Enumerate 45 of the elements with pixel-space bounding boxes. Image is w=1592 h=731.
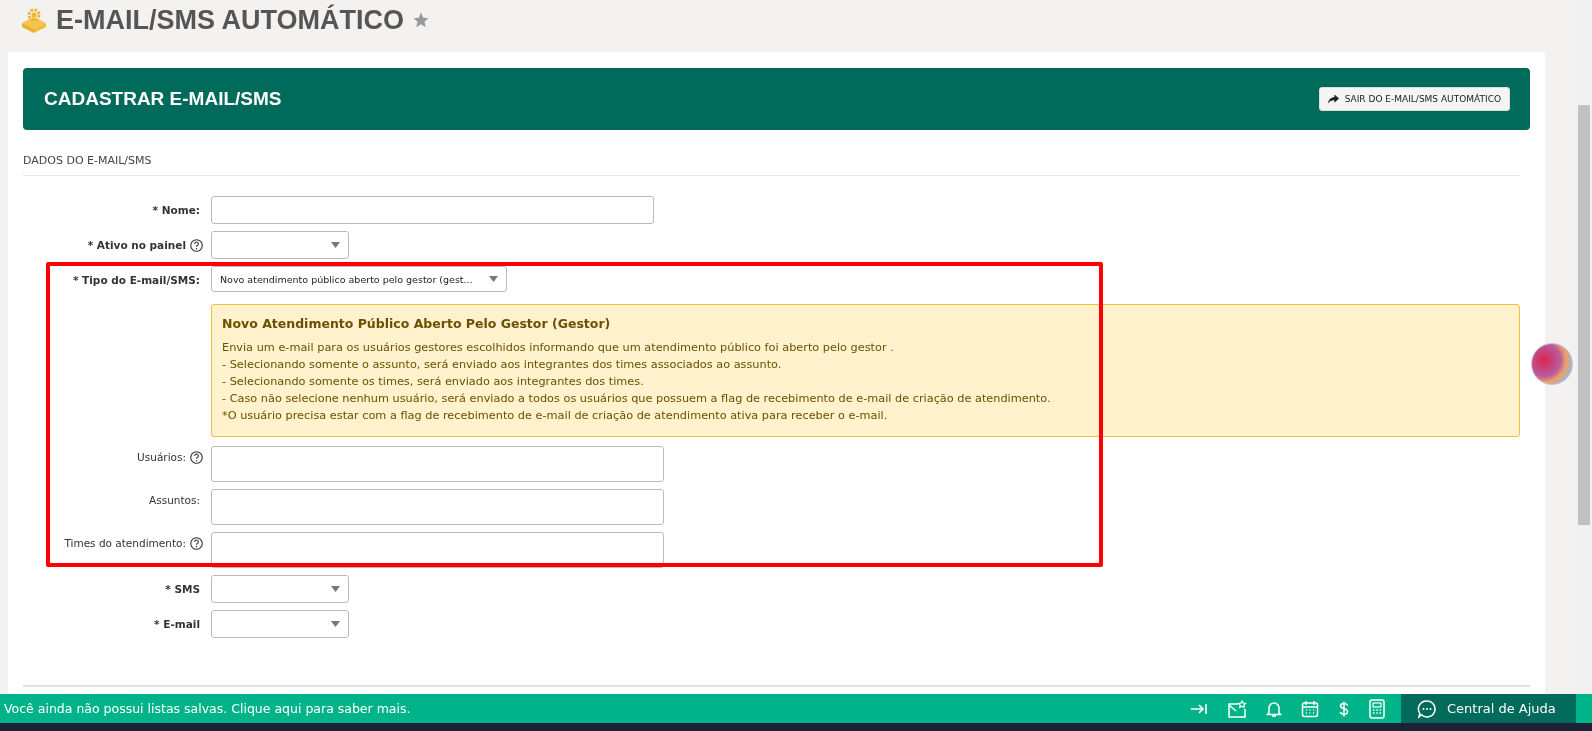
page-title: E-MAIL/SMS AUTOMÁTICO xyxy=(56,4,404,36)
calendar-icon[interactable] xyxy=(1301,699,1319,718)
chat-bubble-icon xyxy=(1417,698,1437,719)
select-field[interactable] xyxy=(211,231,349,259)
field-label: * E-mail xyxy=(154,618,201,630)
multiselect-field[interactable] xyxy=(211,446,664,482)
banner-title: CADASTRAR E-MAIL/SMS xyxy=(44,88,282,110)
bell-icon[interactable] xyxy=(1266,699,1282,718)
info-title: Novo Atendimento Público Aberto Pelo Gestor (Gestor) xyxy=(222,315,612,332)
star-icon[interactable] xyxy=(412,11,430,29)
calculator-icon[interactable] xyxy=(1369,698,1385,719)
help-icon[interactable] xyxy=(190,537,203,550)
caret-icon xyxy=(489,276,498,282)
select-field[interactable] xyxy=(211,575,349,603)
info-text: - Selecionando somente os times, será enviado aos integrantes dos times. xyxy=(222,374,645,390)
multiselect-field[interactable] xyxy=(211,489,664,525)
field-label: Times do atendimento: xyxy=(64,537,186,549)
help-center-button[interactable]: Central de Ajuda xyxy=(1401,694,1576,723)
section-title: DADOS DO E-MAIL/SMS xyxy=(23,154,152,167)
help-icon[interactable] xyxy=(190,238,203,252)
exit-button[interactable]: SAIR DO E-MAIL/SMS AUTOMÁTICO xyxy=(1318,87,1510,111)
field-label: * Nome: xyxy=(152,204,201,216)
share-arrow-icon xyxy=(1327,94,1339,104)
gear-box-icon xyxy=(20,7,48,33)
field-label: * Tipo do E-mail/SMS: xyxy=(72,274,201,286)
field-label: Assuntos: xyxy=(149,494,201,506)
info-text: - Caso não selecione nenhum usuário, será enviado a todos os usuários que possuem a flag de recebimento de e-mail de criação de atendimento. xyxy=(222,391,1052,407)
scrollbar-thumb[interactable] xyxy=(1578,105,1590,525)
info-text: Envia um e-mail para os usuários gestores escolhidos informando que um atendimento público foi aberto pelo gestor . xyxy=(222,340,895,356)
field-label: * Ativo no painel xyxy=(87,239,186,251)
caret-icon xyxy=(331,586,340,592)
field-label: * SMS xyxy=(165,583,201,595)
assistant-orb-icon[interactable] xyxy=(1531,343,1573,385)
field-label: Usuários: xyxy=(137,451,186,463)
dollar-icon[interactable] xyxy=(1338,699,1350,718)
caret-icon xyxy=(331,621,340,627)
caret-icon xyxy=(331,242,340,248)
arrow-to-bar-icon[interactable] xyxy=(1190,701,1208,716)
help-icon[interactable] xyxy=(190,451,203,464)
select-field[interactable]: Novo atendimento público aberto pelo gestor (gest... xyxy=(211,266,507,292)
text-field[interactable] xyxy=(211,196,654,224)
envelope-star-icon[interactable] xyxy=(1227,699,1247,718)
info-text: - Selecionando somente o assunto, será enviado aos integrantes dos times associados ao assunto. xyxy=(222,357,783,373)
info-text: *O usuário precisa estar com a flag de recebimento de e-mail de criação de atendimento ativa para receber o e-mail. xyxy=(222,408,889,424)
select-field[interactable] xyxy=(211,610,349,638)
